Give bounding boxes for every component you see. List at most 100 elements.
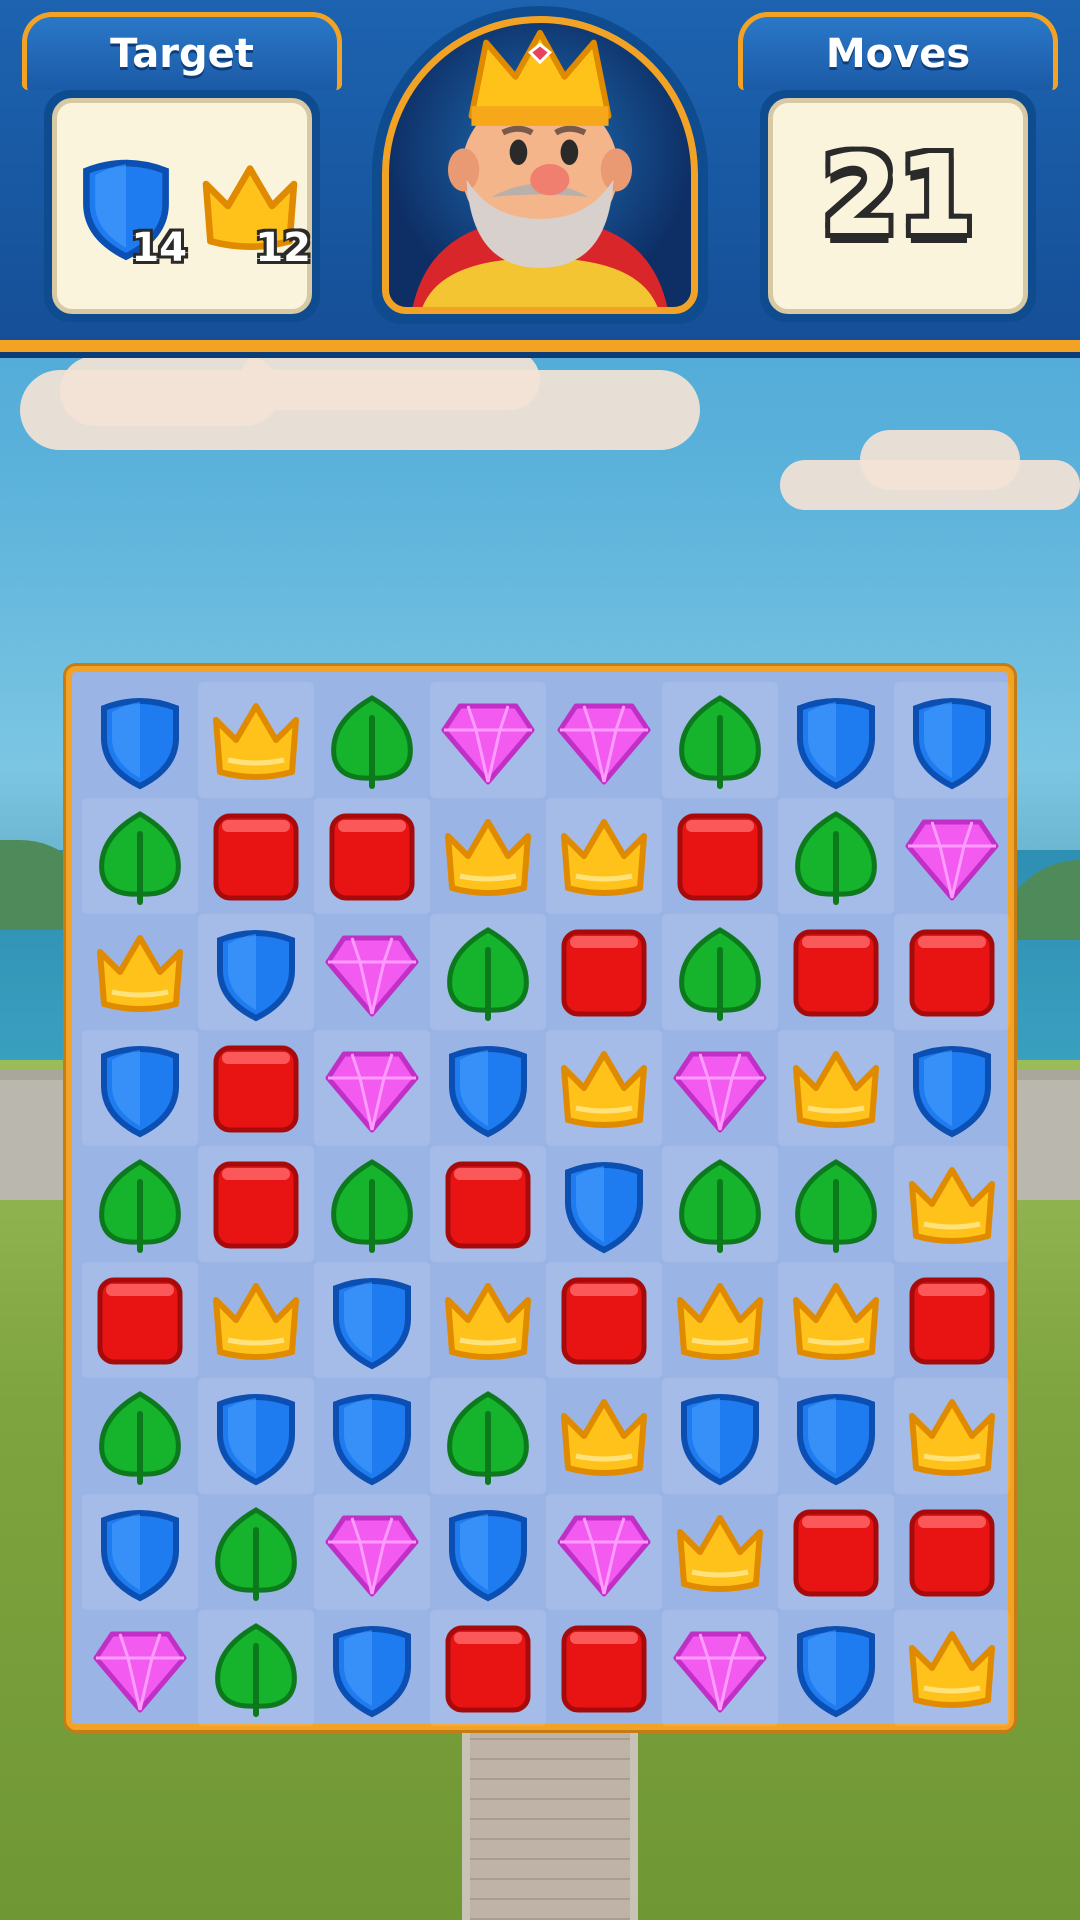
board-cell[interactable]: [662, 1262, 778, 1378]
board-cell[interactable]: [82, 798, 198, 914]
board-cell[interactable]: [778, 1146, 894, 1262]
board-cell[interactable]: [894, 1378, 1010, 1494]
green-leaf-icon: [215, 1623, 297, 1717]
blue-shield-icon: [449, 1510, 527, 1602]
board-cell[interactable]: [430, 1610, 546, 1726]
board-cell[interactable]: [82, 1262, 198, 1378]
board-cell[interactable]: [82, 914, 198, 1030]
board-cell[interactable]: [430, 1262, 546, 1378]
blue-shield-icon: [333, 1626, 411, 1718]
board-cell[interactable]: [82, 1146, 198, 1262]
board-cell[interactable]: [314, 914, 430, 1030]
board-cell[interactable]: [198, 1146, 314, 1262]
board-cell[interactable]: [314, 1494, 430, 1610]
red-box-icon: [793, 1509, 879, 1597]
board-cell[interactable]: [82, 1030, 198, 1146]
target-panel: Target 14 12: [22, 12, 342, 322]
board-cell[interactable]: [198, 682, 314, 798]
board-cell[interactable]: [778, 914, 894, 1030]
board-cell[interactable]: [546, 682, 662, 798]
board-cell[interactable]: [82, 1378, 198, 1494]
board-cell[interactable]: [778, 1378, 894, 1494]
board-cell[interactable]: [662, 798, 778, 914]
board-cell[interactable]: [662, 682, 778, 798]
board-cell[interactable]: [198, 1378, 314, 1494]
green-leaf-icon: [679, 927, 761, 1021]
board-cell[interactable]: [778, 1494, 894, 1610]
yellow-crown-icon: [793, 1283, 879, 1360]
pink-gem-icon: [673, 1631, 767, 1713]
board-cell[interactable]: [894, 682, 1010, 798]
green-leaf-icon: [679, 695, 761, 789]
board-cell[interactable]: [430, 1030, 546, 1146]
board-cell[interactable]: [778, 1610, 894, 1726]
red-box-icon: [677, 813, 763, 901]
yellow-crown-icon: [561, 1051, 647, 1128]
board-cell[interactable]: [546, 1378, 662, 1494]
board-cell[interactable]: [82, 1494, 198, 1610]
board-cell[interactable]: [198, 1494, 314, 1610]
board-cell[interactable]: [314, 798, 430, 914]
moves-title: Moves: [738, 12, 1058, 90]
board-cell[interactable]: [198, 798, 314, 914]
board-cell[interactable]: [662, 1030, 778, 1146]
pink-gem-icon: [557, 1515, 651, 1597]
board-cell[interactable]: [430, 1494, 546, 1610]
board-cell[interactable]: [430, 682, 546, 798]
board-cell[interactable]: [894, 1610, 1010, 1726]
blue-shield-icon: [217, 930, 295, 1022]
board-cell[interactable]: [546, 1262, 662, 1378]
board-cell[interactable]: [314, 1610, 430, 1726]
yellow-crown-icon: [909, 1167, 995, 1244]
board-cell[interactable]: [546, 1494, 662, 1610]
board-cell[interactable]: [82, 1610, 198, 1726]
blue-shield-icon: [333, 1278, 411, 1370]
board-cell[interactable]: [778, 798, 894, 914]
board-cell[interactable]: [198, 1030, 314, 1146]
board-cell[interactable]: [894, 1030, 1010, 1146]
board-cell[interactable]: [430, 1146, 546, 1262]
board-cell[interactable]: [198, 1610, 314, 1726]
board-cell[interactable]: [662, 1378, 778, 1494]
board-cell[interactable]: [894, 1262, 1010, 1378]
pink-gem-icon: [93, 1631, 187, 1713]
board-cell[interactable]: [894, 914, 1010, 1030]
board-cell[interactable]: [662, 1494, 778, 1610]
board-cell[interactable]: [198, 1262, 314, 1378]
board-cell[interactable]: [778, 682, 894, 798]
board-cell[interactable]: [894, 1146, 1010, 1262]
green-leaf-icon: [99, 1159, 181, 1253]
board-cell[interactable]: [314, 1262, 430, 1378]
red-box-icon: [97, 1277, 183, 1365]
board-cell[interactable]: [546, 1030, 662, 1146]
board-cell[interactable]: [314, 1146, 430, 1262]
board-cell[interactable]: [546, 1610, 662, 1726]
board-cell[interactable]: [198, 914, 314, 1030]
board-cell[interactable]: [314, 682, 430, 798]
board-cell[interactable]: [546, 798, 662, 914]
board-cell[interactable]: [546, 1146, 662, 1262]
green-leaf-icon: [99, 811, 181, 905]
red-box-icon: [561, 1277, 647, 1365]
blue-shield-icon: [797, 1626, 875, 1718]
green-leaf-icon: [215, 1507, 297, 1601]
yellow-crown-icon: [677, 1515, 763, 1592]
board-cell[interactable]: [662, 1610, 778, 1726]
green-leaf-icon: [795, 811, 877, 905]
board-cell[interactable]: [430, 798, 546, 914]
board-cell[interactable]: [778, 1262, 894, 1378]
red-box-icon: [561, 1625, 647, 1713]
board-cell[interactable]: [314, 1378, 430, 1494]
board-cell[interactable]: [894, 1494, 1010, 1610]
board-cell[interactable]: [778, 1030, 894, 1146]
yellow-crown-icon: [793, 1051, 879, 1128]
board-cell[interactable]: [546, 914, 662, 1030]
board-cell[interactable]: [82, 682, 198, 798]
board-cell[interactable]: [662, 1146, 778, 1262]
board-cell[interactable]: [314, 1030, 430, 1146]
blue-shield-icon: [797, 698, 875, 790]
board-cell[interactable]: [430, 914, 546, 1030]
board-cell[interactable]: [662, 914, 778, 1030]
board-cell[interactable]: [894, 798, 1010, 914]
board-cell[interactable]: [430, 1378, 546, 1494]
